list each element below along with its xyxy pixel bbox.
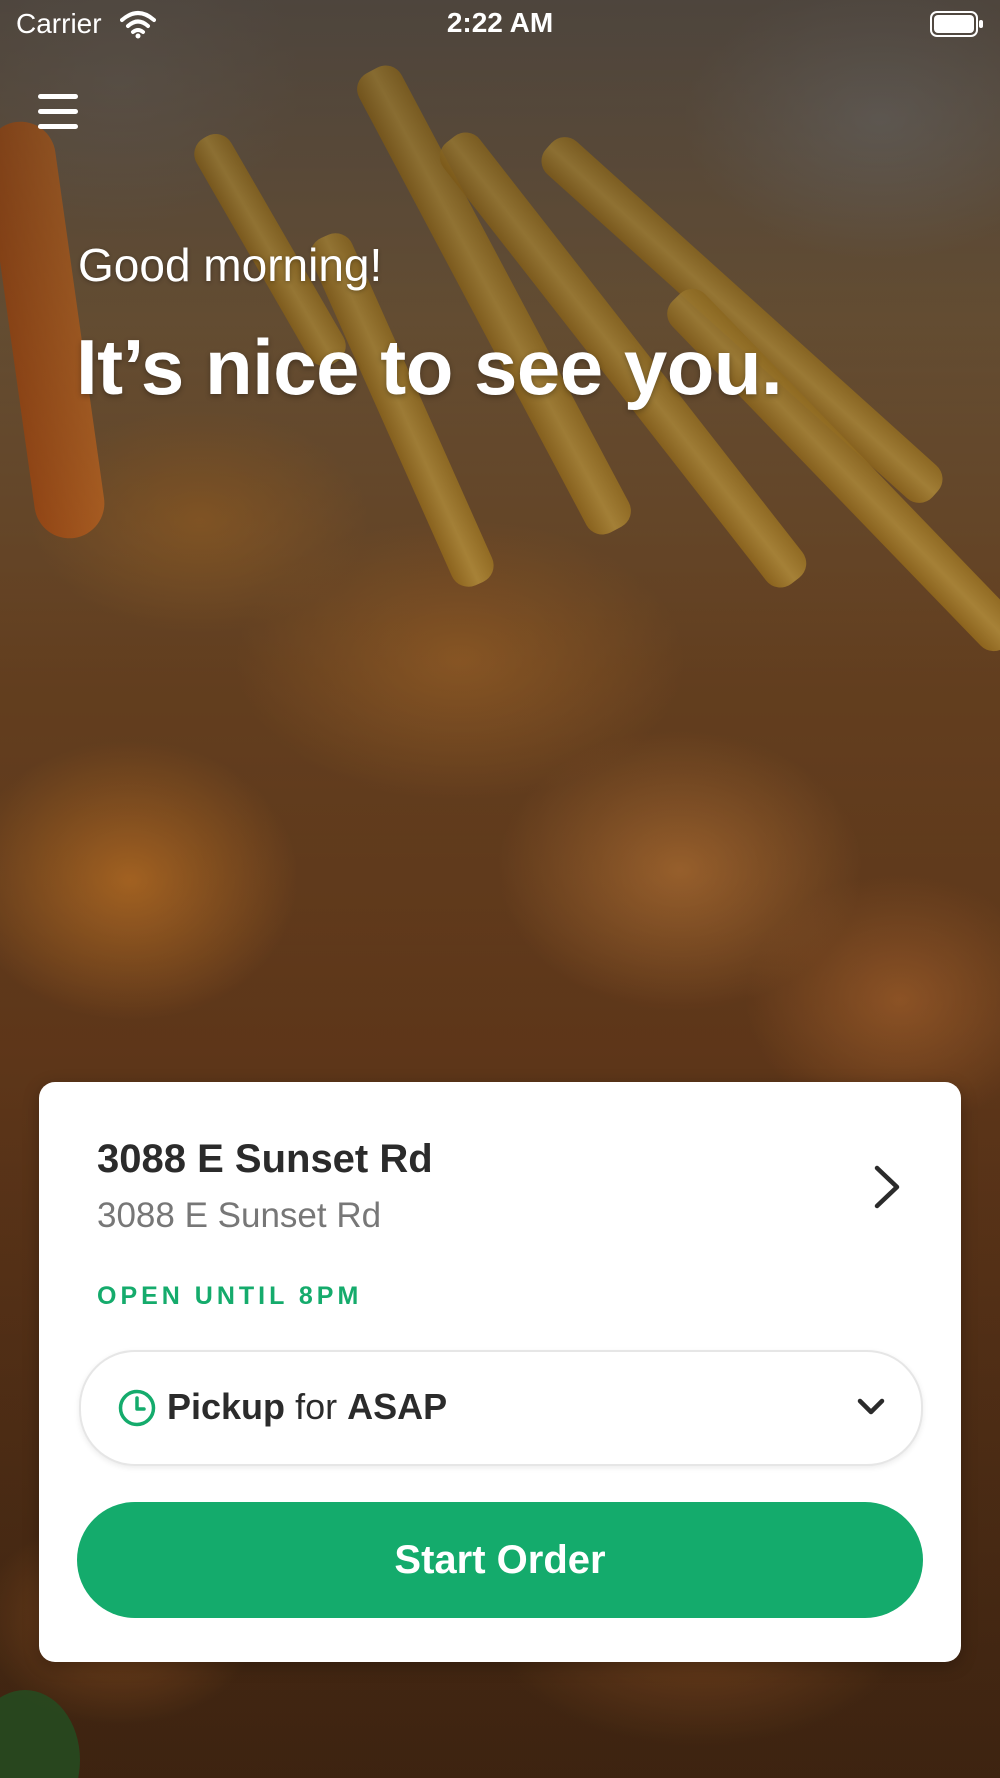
hamburger-menu-icon[interactable] [38, 94, 78, 130]
start-order-button[interactable]: Start Order [77, 1502, 923, 1618]
order-connector: for [295, 1386, 338, 1427]
home-screen: Carrier 2:22 AM Good morning! It’s nice … [0, 0, 1000, 1778]
battery-icon [930, 11, 983, 37]
welcome-headline: It’s nice to see you. [76, 323, 783, 411]
greeting-text: Good morning! [78, 239, 383, 291]
order-mode: Pickup [167, 1386, 286, 1427]
clock-icon [118, 1389, 156, 1427]
location-card: 3088 E Sunset Rd 3088 E Sunset Rd OPEN U… [39, 1082, 961, 1662]
status-bar: Carrier 2:22 AM [0, 0, 1000, 50]
location-selector[interactable]: 3088 E Sunset Rd 3088 E Sunset Rd [39, 1082, 961, 1262]
order-type-dropdown[interactable]: Pickup for ASAP [79, 1350, 923, 1466]
chevron-down-icon [857, 1398, 885, 1415]
order-time: ASAP [347, 1386, 448, 1427]
open-hours-label: OPEN UNTIL 8PM [97, 1282, 363, 1310]
status-time: 2:22 AM [446, 7, 554, 38]
order-type-text: Pickup for ASAP [167, 1386, 447, 1428]
chevron-right-icon [874, 1165, 900, 1209]
location-name: 3088 E Sunset Rd [97, 1137, 433, 1181]
location-address: 3088 E Sunset Rd [97, 1196, 382, 1235]
